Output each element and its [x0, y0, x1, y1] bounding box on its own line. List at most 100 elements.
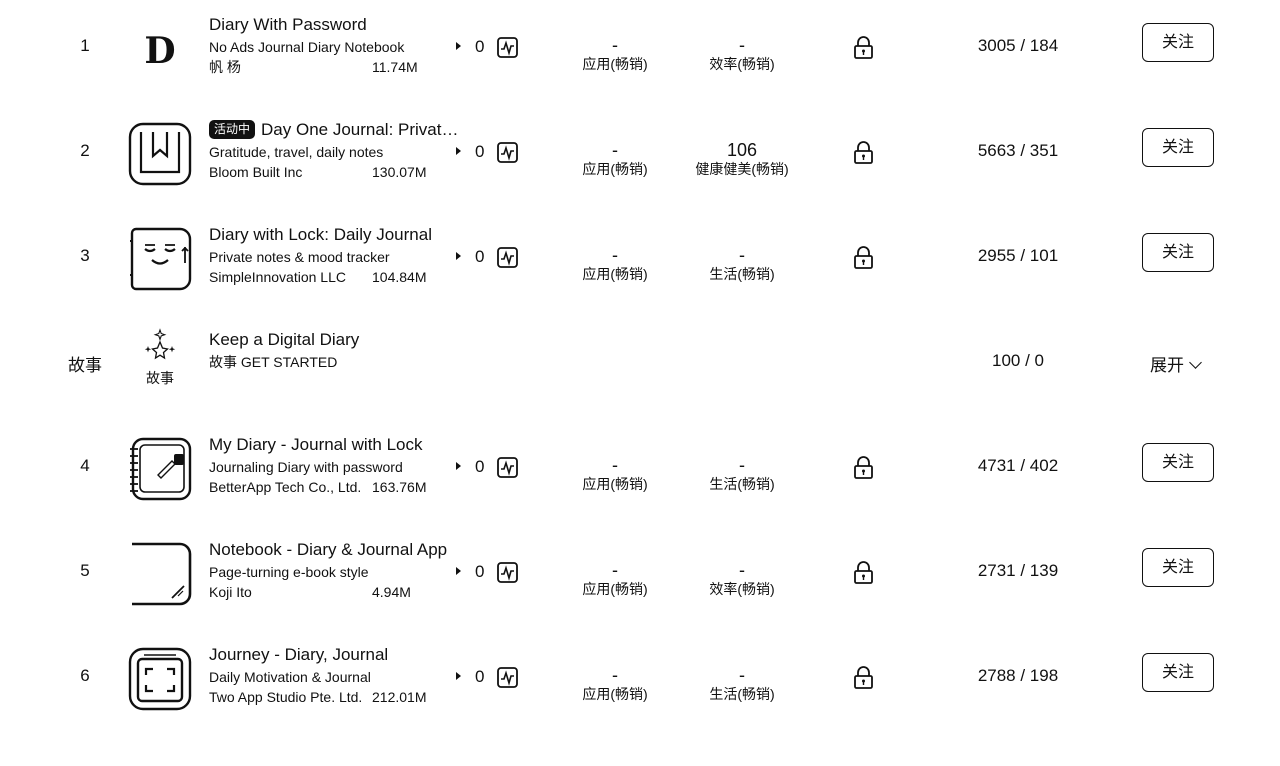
lock-icon[interactable] — [853, 456, 874, 480]
app-size: 4.94M — [372, 584, 411, 600]
app-size: 11.74M — [372, 59, 418, 75]
activity-badge: 活动中 — [209, 120, 256, 139]
signal-cluster[interactable]: 0 — [456, 562, 520, 584]
follow-button[interactable]: 关注 — [1142, 128, 1214, 167]
expand-arrow-icon[interactable] — [456, 672, 461, 680]
table-row[interactable]: 2 活动中 Day One Journal: Private Diary Grat… — [0, 110, 1280, 215]
lock-icon[interactable] — [853, 141, 874, 165]
follow-button[interactable]: 关注 — [1142, 548, 1214, 587]
app-subtitle: Daily Motivation & Journal — [209, 669, 371, 685]
category-rank-value: - — [739, 245, 745, 265]
follow-button[interactable]: 关注 — [1142, 23, 1214, 62]
table-row[interactable]: 6 Journey - Diary, Journal Daily Motivat… — [0, 635, 1280, 740]
lock-icon[interactable] — [853, 36, 874, 60]
table-row[interactable]: 5 Notebook - Diary & Journal App Page-tu… — [0, 530, 1280, 635]
app-subtitle: Journaling Diary with password — [209, 459, 403, 475]
pulse-chart-icon[interactable] — [497, 37, 518, 58]
score-value: 4731 / 402 — [977, 456, 1059, 475]
app-title-text: Diary with Lock: Daily Journal — [209, 225, 432, 244]
category-rank: - 生活(畅销) — [667, 245, 817, 283]
signal-count: 0 — [475, 247, 485, 266]
developer-name: Koji Ito — [209, 584, 252, 600]
category-rank-label: 生活(畅销) — [709, 686, 775, 702]
story-title[interactable]: Keep a Digital Diary — [209, 330, 461, 350]
category-rank-label: 生活(畅销) — [709, 266, 775, 282]
app-title[interactable]: Diary with Lock: Daily Journal — [209, 225, 461, 245]
spiral-diary-icon[interactable] — [128, 437, 192, 501]
score-value: 2731 / 139 — [977, 561, 1059, 580]
pulse-chart-icon[interactable] — [497, 562, 518, 583]
signal-count: 0 — [475, 562, 485, 581]
developer-line: BetterApp Tech Co., Ltd. 163.76M — [209, 479, 449, 496]
app-info: My Diary - Journal with Lock Journaling … — [209, 435, 464, 496]
day-one-bookmark-icon[interactable] — [128, 122, 192, 186]
app-title[interactable]: My Diary - Journal with Lock — [209, 435, 461, 455]
chevron-down-icon — [1189, 356, 1202, 369]
journey-frame-icon[interactable] — [128, 647, 192, 711]
d-letter-icon[interactable]: D — [128, 17, 192, 81]
category-rank: - 效率(畅销) — [667, 560, 817, 598]
score-value: 3005 / 184 — [977, 36, 1059, 55]
signal-cluster[interactable]: 0 — [456, 247, 520, 269]
story-subtitle: 故事 GET STARTED — [209, 354, 338, 370]
pulse-chart-icon[interactable] — [497, 142, 518, 163]
expand-arrow-icon[interactable] — [456, 567, 461, 575]
pulse-chart-icon[interactable] — [497, 247, 518, 268]
app-title-text: Diary With Password — [209, 15, 367, 34]
rank-number: 1 — [80, 36, 90, 55]
expand-arrow-icon[interactable] — [456, 252, 461, 260]
category-rank: - 生活(畅销) — [667, 665, 817, 703]
lock-icon[interactable] — [853, 561, 874, 585]
story-row[interactable]: 故事 故事 Keep a Digital Diary 故事 GET STARTE… — [0, 320, 1280, 425]
lock-icon[interactable] — [853, 246, 874, 270]
category-rank: - 效率(畅销) — [667, 35, 817, 73]
category-rank-value: - — [739, 455, 745, 475]
signal-cluster[interactable]: 0 — [456, 457, 520, 479]
pulse-chart-icon[interactable] — [497, 667, 518, 688]
developer-line: SimpleInnovation LLC 104.84M — [209, 269, 449, 286]
pulse-chart-icon[interactable] — [497, 457, 518, 478]
developer-line: Two App Studio Pte. Ltd. 212.01M — [209, 689, 449, 706]
score-value: 5663 / 351 — [977, 141, 1059, 160]
story-icon[interactable]: 故事 — [135, 328, 185, 388]
app-title[interactable]: 活动中 Day One Journal: Private Diary — [209, 120, 461, 140]
signal-count: 0 — [475, 37, 485, 56]
signal-cluster[interactable]: 0 — [456, 37, 520, 59]
category-rank-label: 效率(畅销) — [709, 56, 775, 72]
category-rank-value: 106 — [726, 140, 758, 160]
rank-number: 6 — [80, 666, 90, 685]
page-curl-notebook-icon[interactable] — [128, 542, 192, 606]
app-title[interactable]: Diary With Password — [209, 15, 461, 35]
signal-cluster[interactable]: 0 — [456, 142, 520, 164]
category-rank: - 生活(畅销) — [667, 455, 817, 493]
signal-count: 0 — [475, 667, 485, 686]
rank-number: 3 — [80, 246, 90, 265]
app-title[interactable]: Journey - Diary, Journal — [209, 645, 461, 665]
category-rank-value: - — [739, 560, 745, 580]
expand-arrow-icon[interactable] — [456, 462, 461, 470]
app-info: Diary With Password No Ads Journal Diary… — [209, 15, 464, 76]
smiling-notebook-icon[interactable] — [128, 227, 192, 291]
table-row[interactable]: 4 My Diary - Journal with Lock Journalin… — [0, 425, 1280, 530]
app-size: 163.76M — [372, 479, 427, 495]
expand-arrow-icon[interactable] — [456, 147, 461, 155]
story-icon-label: 故事 — [146, 371, 174, 387]
category-rank: 106 健康健美(畅销) — [667, 140, 817, 178]
developer-line: Koji Ito 4.94M — [209, 584, 449, 601]
table-row[interactable]: 1 D Diary With Password No Ads Journal D… — [0, 5, 1280, 110]
table-row[interactable]: 3 Diary with Lock: Daily Journal Private… — [0, 215, 1280, 320]
app-title[interactable]: Notebook - Diary & Journal App — [209, 540, 461, 560]
lock-icon[interactable] — [853, 666, 874, 690]
story-rank-label: 故事 — [68, 356, 102, 375]
follow-button[interactable]: 关注 — [1142, 653, 1214, 692]
developer-name: Bloom Built Inc — [209, 164, 303, 180]
app-info: Diary with Lock: Daily Journal Private n… — [209, 225, 464, 286]
follow-button[interactable]: 关注 — [1142, 233, 1214, 272]
app-title-text: My Diary - Journal with Lock — [209, 435, 423, 454]
story-score: 100 / 0 — [992, 351, 1044, 370]
expand-button[interactable]: 展开 — [1150, 351, 1202, 376]
expand-label: 展开 — [1150, 356, 1184, 376]
follow-button[interactable]: 关注 — [1142, 443, 1214, 482]
expand-arrow-icon[interactable] — [456, 42, 461, 50]
signal-cluster[interactable]: 0 — [456, 667, 520, 689]
